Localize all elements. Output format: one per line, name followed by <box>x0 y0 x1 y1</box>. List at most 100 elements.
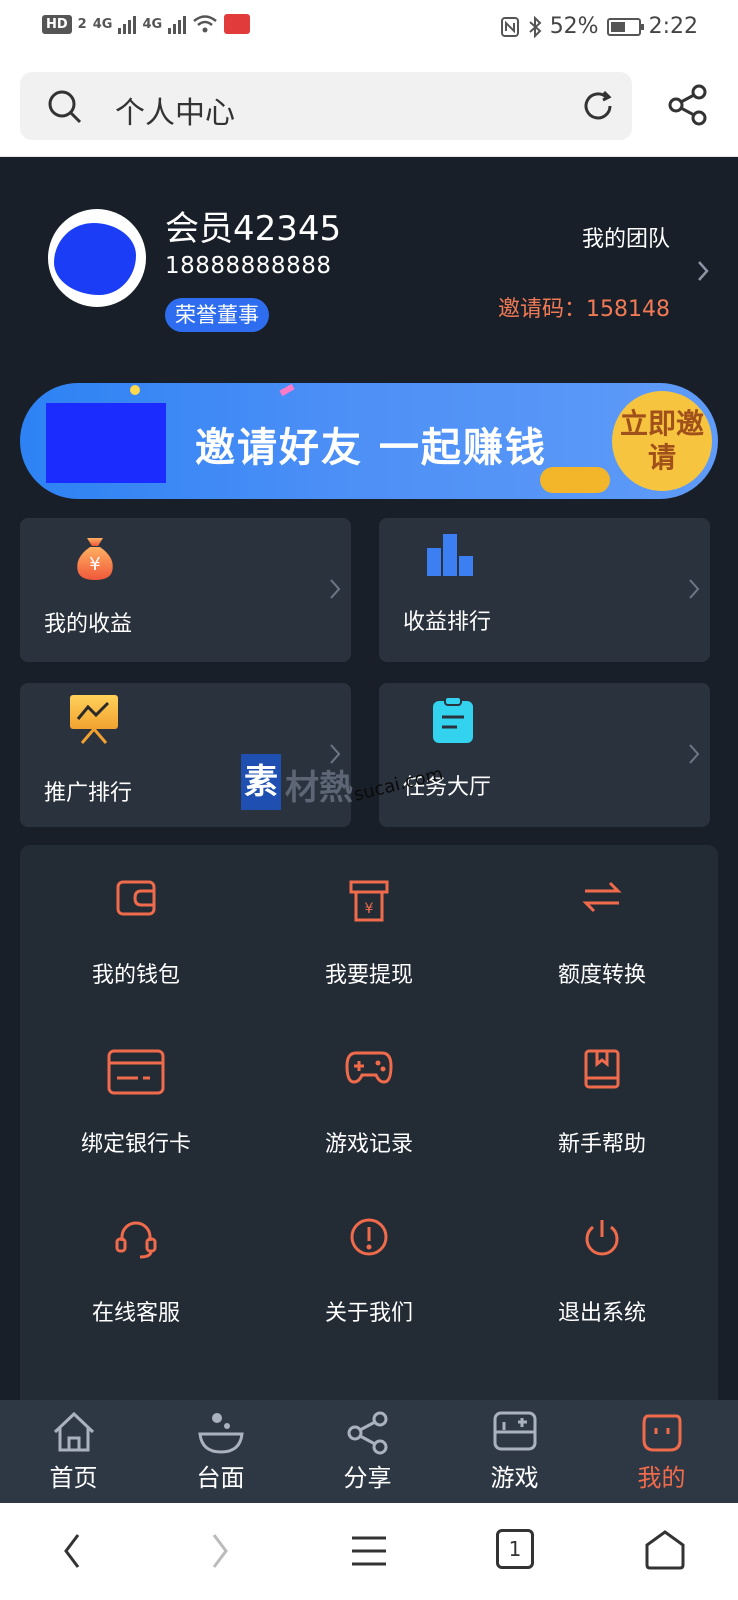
grid-item-support[interactable]: 在线客服 <box>20 1183 252 1351</box>
book-icon <box>584 1049 620 1089</box>
tab-label: 首页 <box>49 1464 98 1492</box>
grid-item-withdraw[interactable]: ¥ 我要提现 <box>253 845 485 1013</box>
signal-icon <box>118 14 137 34</box>
chevron-right-icon <box>689 579 700 599</box>
tab-mine[interactable]: 我的 <box>588 1400 735 1503</box>
tab-label: 台面 <box>196 1464 245 1492</box>
home-outline-icon[interactable] <box>644 1529 686 1571</box>
invite-code: 邀请码：158148 <box>498 297 670 322</box>
signal-icon-2 <box>168 14 187 34</box>
grid-item-label: 额度转换 <box>557 963 646 988</box>
bar-chart-icon <box>427 534 473 576</box>
grid-item-bind-card[interactable]: 绑定银行卡 <box>20 1014 252 1182</box>
profile-header: 会员42345 18888888888 荣誉董事 我的团队 邀请码：158148 <box>0 157 738 377</box>
tab-game[interactable]: 游戏 <box>441 1400 588 1503</box>
bank-card-icon <box>107 1049 165 1095</box>
grid-item-about[interactable]: 关于我们 <box>253 1183 485 1351</box>
app-notification-icon <box>224 14 251 34</box>
battery-percent: 52% <box>549 14 599 39</box>
username: 会员42345 <box>165 209 342 249</box>
search-icon <box>48 90 82 124</box>
chevron-right-icon <box>689 744 700 764</box>
address-text: 个人中心 <box>115 96 235 131</box>
grid-item-game-records[interactable]: 游戏记录 <box>253 1014 485 1182</box>
nfc-icon <box>500 16 519 37</box>
hd-badge: HD <box>42 14 72 34</box>
home-icon <box>53 1411 94 1452</box>
bottom-tab-bar: 首页 台面 分享 游戏 我的 <box>0 1400 738 1503</box>
member-level-badge: 荣誉董事 <box>165 298 269 332</box>
gamepad-icon <box>345 1051 393 1084</box>
tab-share[interactable]: 分享 <box>294 1400 441 1503</box>
tab-table[interactable]: 台面 <box>147 1400 294 1503</box>
banner-image <box>46 403 166 483</box>
battery-icon <box>606 17 644 36</box>
profile-face-icon <box>642 1414 681 1452</box>
tab-label: 游戏 <box>490 1464 539 1492</box>
game-icon <box>493 1411 536 1451</box>
invite-banner[interactable]: 邀请好友 一起赚钱 立即邀请 <box>20 383 718 499</box>
tab-label: 分享 <box>343 1464 392 1492</box>
status-bar: HD 2 4G 4G 52% 2:22 <box>0 0 738 58</box>
info-icon <box>350 1218 388 1256</box>
card-task-hall[interactable]: 任务大厅 <box>379 683 710 827</box>
function-grid: 我的钱包 ¥ 我要提现 额度转换 绑定银行卡 游戏记录 新手帮助 在线客服 关于… <box>20 845 718 1400</box>
money-bag-icon: ¥ <box>77 538 113 580</box>
grid-item-wallet[interactable]: 我的钱包 <box>20 845 252 1013</box>
grid-item-label: 绑定银行卡 <box>80 1132 191 1157</box>
tab-label: 我的 <box>637 1464 686 1492</box>
svg-text:¥: ¥ <box>89 554 100 575</box>
back-icon[interactable] <box>62 1531 82 1571</box>
wallet-icon <box>116 880 156 916</box>
forward-icon[interactable] <box>210 1531 230 1571</box>
clipboard-icon <box>433 696 473 743</box>
tabs-count-button[interactable]: 1 <box>496 1529 534 1569</box>
card-label: 任务大厅 <box>403 775 492 800</box>
grid-item-label: 我的钱包 <box>91 963 180 988</box>
grid-item-label: 退出系统 <box>557 1301 646 1326</box>
tab-home[interactable]: 首页 <box>0 1400 147 1503</box>
grid-item-label: 新手帮助 <box>557 1132 646 1157</box>
browser-toolbar: 个人中心 <box>0 58 738 157</box>
network-label-2: 4G <box>142 16 163 32</box>
card-promotion-rank[interactable]: 推广排行 <box>20 683 351 827</box>
card-label: 推广排行 <box>44 781 133 806</box>
confetti-dot <box>130 385 140 395</box>
grid-item-label: 我要提现 <box>324 963 413 988</box>
grid-item-logout[interactable]: 退出系统 <box>486 1183 718 1351</box>
main-content: 会员42345 18888888888 荣誉董事 我的团队 邀请码：158148… <box>0 157 738 1400</box>
address-bar[interactable]: 个人中心 <box>20 72 632 140</box>
transfer-icon <box>582 881 622 913</box>
clock: 2:22 <box>648 14 698 39</box>
chevron-right-icon[interactable] <box>696 259 710 283</box>
card-my-earnings[interactable]: ¥ 我的收益 <box>20 518 351 662</box>
network-label-1: 4G <box>92 16 113 32</box>
invite-now-button[interactable]: 立即邀请 <box>612 391 712 491</box>
share-icon <box>347 1411 387 1455</box>
reload-icon[interactable] <box>578 86 618 126</box>
confetti-strip <box>279 383 295 397</box>
coins-icon <box>540 467 610 493</box>
chevron-right-icon <box>330 579 341 599</box>
hd-sub: 2 <box>77 16 87 32</box>
share-icon[interactable] <box>668 84 708 126</box>
card-label: 收益排行 <box>403 610 492 635</box>
menu-icon[interactable] <box>350 1535 388 1567</box>
grid-item-help[interactable]: 新手帮助 <box>486 1014 718 1182</box>
grid-item-transfer[interactable]: 额度转换 <box>486 845 718 1013</box>
grid-item-label: 关于我们 <box>324 1301 413 1326</box>
my-team-link[interactable]: 我的团队 <box>582 221 670 253</box>
avatar[interactable] <box>48 209 146 307</box>
presentation-board-icon <box>70 695 118 744</box>
grid-item-label: 在线客服 <box>91 1301 180 1326</box>
bluetooth-icon <box>529 15 542 38</box>
power-icon <box>585 1220 619 1256</box>
svg-text:¥: ¥ <box>365 901 374 917</box>
card-label: 我的收益 <box>44 612 133 637</box>
headset-icon <box>115 1221 157 1259</box>
banner-text: 邀请好友 一起赚钱 <box>195 425 547 471</box>
withdraw-icon: ¥ <box>349 880 389 922</box>
card-earnings-rank[interactable]: 收益排行 <box>379 518 710 662</box>
grid-item-label: 游戏记录 <box>324 1132 413 1157</box>
wifi-icon <box>193 15 217 33</box>
